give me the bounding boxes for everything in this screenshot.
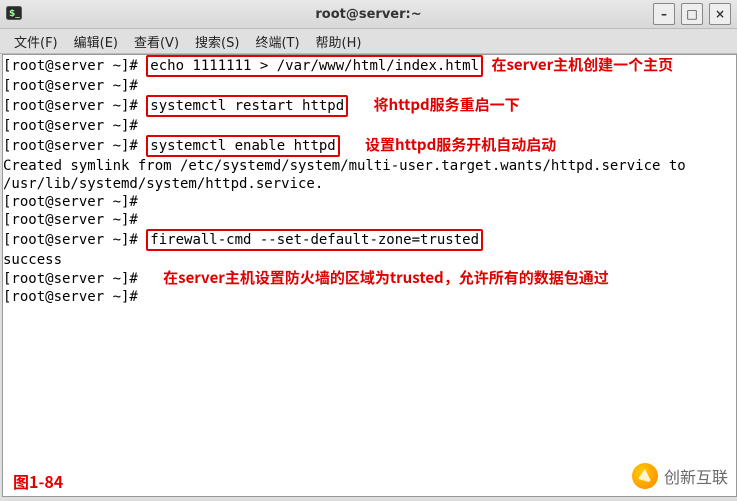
prompt: [root@server ~]# [3,58,138,74]
menu-terminal[interactable]: 终端(T) [247,30,307,53]
window-controls: – □ × [653,3,731,25]
term-line-8: [root@server ~]# firewall-cmd --set-defa… [3,229,736,251]
term-line-7: [root@server ~]# [3,211,736,229]
prompt: [root@server ~]# [3,118,138,134]
anno-firewall: 在server主机设置防火墙的区域为trusted，允许所有的数据包通过 [163,267,609,288]
term-line-11: [root@server ~]# [3,288,736,306]
terminal-icon: $_ [6,5,22,21]
figure-label: 图1-84 [13,472,63,490]
watermark-logo-icon [632,463,658,489]
anno-create-index: 在server主机创建一个主页 [491,54,673,75]
term-line-1: [root@server ~]# [3,77,736,95]
prompt: [root@server ~]# [3,232,138,248]
term-line-0: [root@server ~]# echo 1111111 > /var/www… [3,55,736,77]
output-symlink: Created symlink from /etc/systemd/system… [3,157,723,193]
terminal-pane[interactable]: [root@server ~]# echo 1111111 > /var/www… [2,54,737,497]
menu-file[interactable]: 文件(F) [6,30,66,53]
menu-help[interactable]: 帮助(H) [308,30,370,53]
term-line-4: [root@server ~]# systemctl enable httpd … [3,135,736,157]
term-line-10: [root@server ~]# 在server主机设置防火墙的区域为trust… [3,269,736,288]
menu-edit[interactable]: 编辑(E) [66,30,126,53]
cmd-firewall-trusted: firewall-cmd --set-default-zone=trusted [146,229,483,251]
output-success: success [3,252,62,268]
prompt: [root@server ~]# [3,289,138,305]
maximize-button[interactable]: □ [681,3,703,25]
term-line-2: [root@server ~]# systemctl restart httpd… [3,95,736,117]
menu-view[interactable]: 查看(V) [126,30,187,53]
prompt: [root@server ~]# [3,78,138,94]
prompt: [root@server ~]# [3,138,138,154]
window-title: root@server:~ [315,7,421,22]
anno-restart-httpd: 将httpd服务重启一下 [373,94,519,115]
menu-search[interactable]: 搜索(S) [187,30,247,53]
prompt: [root@server ~]# [3,98,138,114]
cmd-enable-httpd: systemctl enable httpd [146,135,339,157]
minimize-button[interactable]: – [653,3,675,25]
titlebar: $_ root@server:~ – □ × [0,0,737,29]
close-button[interactable]: × [709,3,731,25]
term-line-5: Created symlink from /etc/systemd/system… [3,157,736,193]
menubar: 文件(F) 编辑(E) 查看(V) 搜索(S) 终端(T) 帮助(H) [0,29,737,54]
anno-enable-httpd: 设置httpd服务开机自动启动 [365,134,556,155]
term-line-6: [root@server ~]# [3,193,736,211]
svg-text:$_: $_ [9,9,20,19]
prompt: [root@server ~]# [3,212,138,228]
watermark: 创新互联 [598,456,736,496]
prompt: [root@server ~]# [3,194,138,210]
cmd-restart-httpd: systemctl restart httpd [146,95,348,117]
term-line-3: [root@server ~]# [3,117,736,135]
cmd-create-index: echo 1111111 > /var/www/html/index.html [146,55,483,77]
prompt: [root@server ~]# [3,271,138,287]
watermark-text: 创新互联 [664,467,728,485]
